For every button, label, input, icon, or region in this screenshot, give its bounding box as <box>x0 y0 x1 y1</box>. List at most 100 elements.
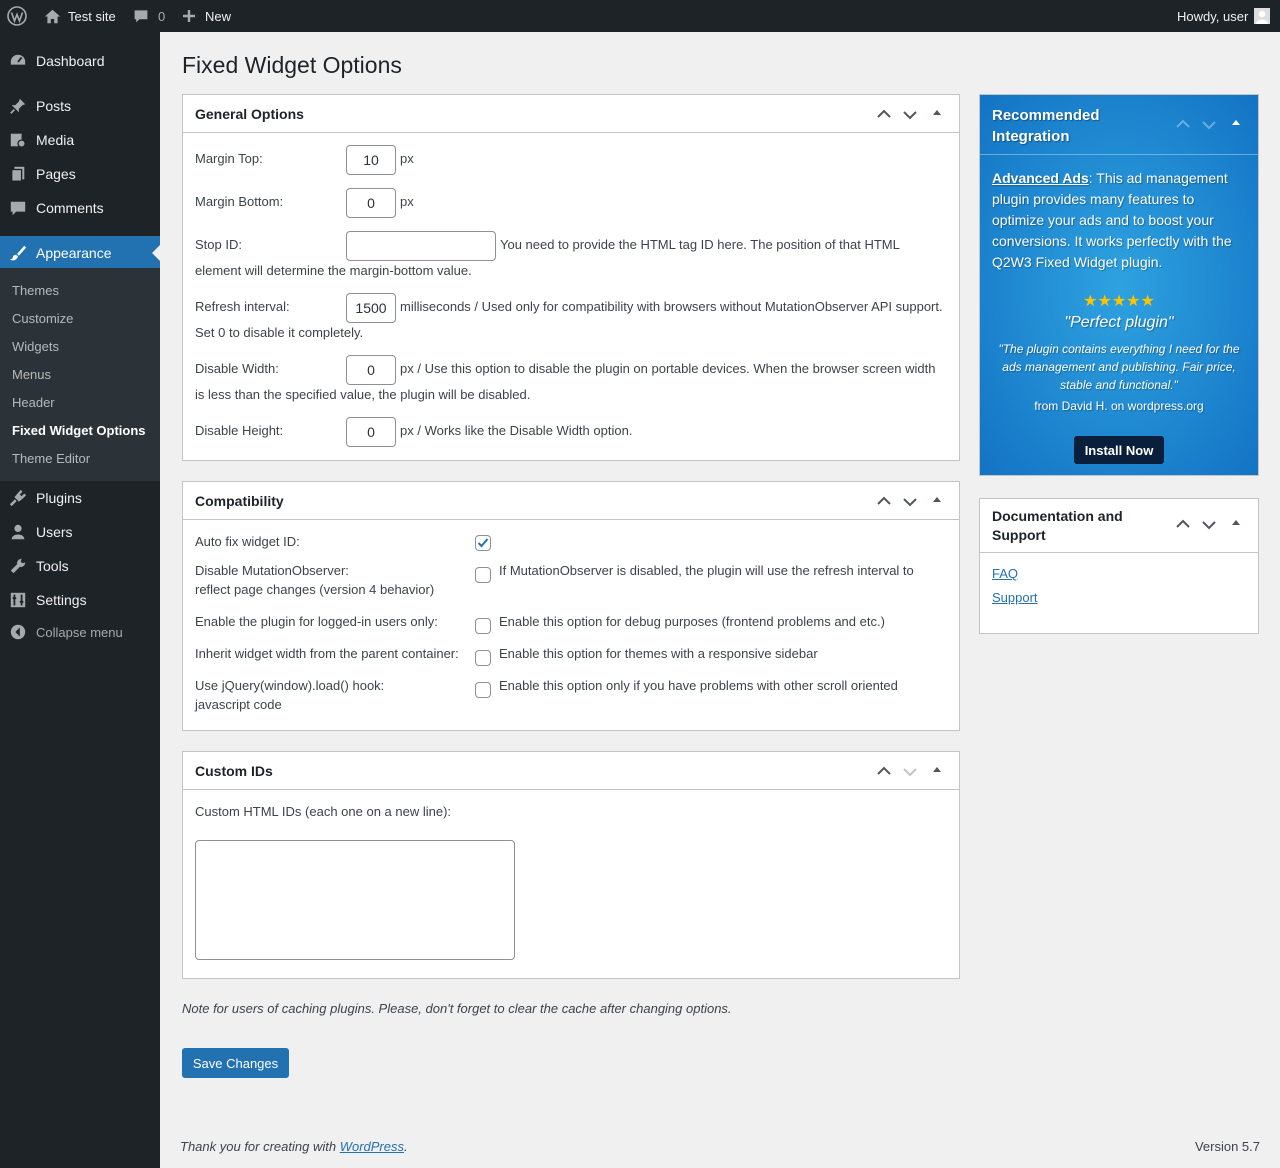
plus-icon <box>183 10 195 22</box>
toggle-panel-icon[interactable] <box>1222 115 1248 135</box>
move-up-icon[interactable] <box>871 492 897 512</box>
faq-link[interactable]: FAQ <box>992 566 1018 581</box>
pushpin-icon <box>10 98 26 114</box>
footer-version: Version 5.7 <box>1194 1139 1260 1154</box>
pages-icon <box>11 166 25 182</box>
move-down-icon[interactable] <box>897 105 923 125</box>
label-line: reflect page changes (version 4 behavior… <box>195 582 435 597</box>
wordpress-logo-icon[interactable] <box>7 0 27 32</box>
footer-thanks: Thank you for creating with WordPress. <box>180 1139 408 1154</box>
menu-label: Settings <box>36 592 87 608</box>
move-down-icon[interactable] <box>897 762 923 782</box>
jquery-load-label: Use jQuery(window).load() hook: javascri… <box>195 676 384 714</box>
logged-in-checkbox[interactable] <box>475 618 491 634</box>
move-down-icon[interactable] <box>1196 115 1222 135</box>
submenu-header[interactable]: Header <box>12 395 55 410</box>
auto-fix-checkbox[interactable] <box>475 535 491 551</box>
testimonial-author: from David H. on wordpress.org <box>1034 399 1204 413</box>
comments-link[interactable]: 0 <box>133 0 165 32</box>
submenu-widgets[interactable]: Widgets <box>12 339 59 354</box>
plugin-icon <box>9 489 27 507</box>
margin-bottom-input[interactable]: 0 <box>346 188 396 218</box>
menu-comments[interactable]: Comments <box>0 191 160 225</box>
disable-width-input[interactable]: 0 <box>346 355 396 385</box>
menu-label: Dashboard <box>36 53 105 69</box>
collapse-menu-button[interactable]: Collapse menu <box>0 615 160 649</box>
documentation-box: Documentation and Support FAQ Support <box>979 498 1259 634</box>
page-title: Fixed Widget Options <box>182 52 402 78</box>
menu-tools[interactable]: Tools <box>0 549 160 583</box>
compatibility-box: Compatibility Auto fix widget ID: Disabl… <box>182 481 960 731</box>
new-label: New <box>205 8 232 24</box>
toggle-panel-icon[interactable] <box>1222 515 1248 535</box>
mutation-observer-help: If MutationObserver is disabled, the plu… <box>499 563 914 578</box>
disable-height-help: px / Works like the Disable Width option… <box>400 423 633 438</box>
disable-width-help-cont: is less than the specified value, the pl… <box>195 387 531 402</box>
paintbrush-icon <box>9 245 27 261</box>
menu-appearance[interactable]: Appearance <box>0 236 160 270</box>
disable-width-help: px / Use this option to disable the plug… <box>400 361 936 376</box>
move-down-icon[interactable] <box>1196 515 1222 535</box>
submenu-fixed-widget-options[interactable]: Fixed Widget Options <box>12 423 146 438</box>
refresh-interval-help: milliseconds / Used only for compatibili… <box>400 299 943 314</box>
howdy-text: Howdy, user <box>1177 8 1249 24</box>
quote-title: "Perfect plugin" <box>1064 314 1174 331</box>
margin-top-label: Margin Top: <box>195 151 263 166</box>
refresh-interval-input[interactable]: 1500 <box>346 293 396 323</box>
site-name: Test site <box>68 8 116 24</box>
logged-in-help: Enable this option for debug purposes (f… <box>499 614 885 629</box>
jquery-load-checkbox[interactable] <box>475 682 491 698</box>
documentation-header: Documentation and Support <box>980 499 1258 553</box>
jquery-load-help: Enable this option only if you have prob… <box>499 678 898 693</box>
disable-height-input[interactable]: 0 <box>346 417 396 447</box>
comments-icon <box>10 201 26 216</box>
px-unit: px <box>400 151 414 166</box>
box-title: Recommended Integration <box>992 107 1100 145</box>
menu-label: Posts <box>36 98 72 114</box>
submenu-theme-editor[interactable]: Theme Editor <box>12 451 90 466</box>
custom-ids-box: Custom IDs Custom HTML IDs (each one on … <box>182 751 960 979</box>
rating-stars: ★★★★★ <box>1083 293 1155 310</box>
caching-note: Note for users of caching plugins. Pleas… <box>182 1001 732 1016</box>
menu-label: Plugins <box>36 490 82 506</box>
menu-pages[interactable]: Pages <box>0 157 160 191</box>
move-up-icon[interactable] <box>1170 515 1196 535</box>
submenu-menus[interactable]: Menus <box>12 367 51 382</box>
margin-top-input[interactable]: 10 <box>346 145 396 175</box>
site-name-link[interactable]: Test site <box>44 0 116 32</box>
menu-media[interactable]: Media <box>0 123 160 157</box>
submenu-customize[interactable]: Customize <box>12 311 73 326</box>
media-icon <box>10 133 26 148</box>
menu-dashboard[interactable]: Dashboard <box>0 44 160 78</box>
wordpress-link[interactable]: WordPress <box>340 1139 404 1154</box>
label-line: Use jQuery(window).load() hook: <box>195 678 385 693</box>
stop-id-input[interactable] <box>346 231 496 261</box>
toggle-panel-icon[interactable] <box>923 492 949 512</box>
comment-icon <box>134 10 148 23</box>
move-up-icon[interactable] <box>1170 115 1196 135</box>
general-options-header: General Options <box>183 95 959 133</box>
support-link[interactable]: Support <box>992 590 1038 605</box>
mutation-observer-checkbox[interactable] <box>475 567 491 583</box>
footer-thanks-suffix: . <box>404 1139 408 1154</box>
menu-label: Comments <box>36 200 104 216</box>
box-title: Compatibility <box>195 492 284 509</box>
move-up-icon[interactable] <box>871 105 897 125</box>
menu-posts[interactable]: Posts <box>0 89 160 123</box>
inherit-width-checkbox[interactable] <box>475 650 491 666</box>
menu-users[interactable]: Users <box>0 515 160 549</box>
install-now-button[interactable]: Install Now <box>1074 436 1164 464</box>
move-down-icon[interactable] <box>897 492 923 512</box>
disable-width-label: Disable Width: <box>195 361 279 376</box>
toggle-panel-icon[interactable] <box>923 762 949 782</box>
new-content-link[interactable]: New <box>182 0 231 32</box>
menu-settings[interactable]: Settings <box>0 583 160 617</box>
menu-plugins[interactable]: Plugins <box>0 481 160 515</box>
submenu-themes[interactable]: Themes <box>12 283 59 298</box>
custom-ids-textarea[interactable] <box>195 840 515 960</box>
toggle-panel-icon[interactable] <box>923 105 949 125</box>
save-changes-button[interactable]: Save Changes <box>182 1048 289 1078</box>
move-up-icon[interactable] <box>871 762 897 782</box>
advanced-ads-link[interactable]: Advanced Ads <box>992 170 1089 186</box>
my-account-link[interactable]: Howdy, user <box>1177 0 1271 32</box>
